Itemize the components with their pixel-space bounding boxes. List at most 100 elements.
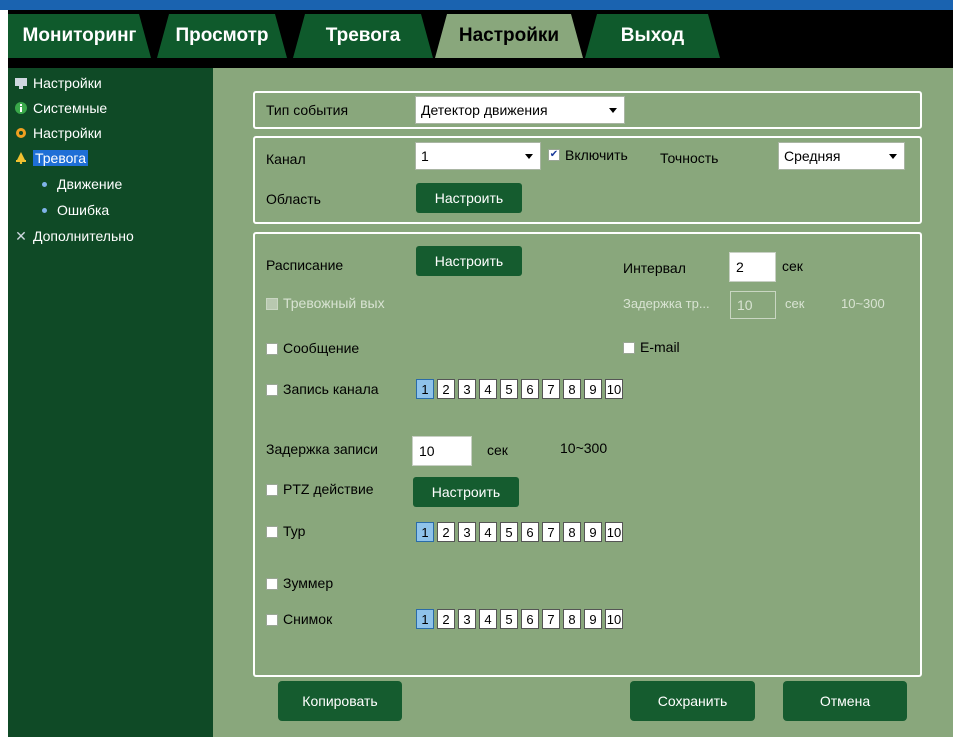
channel-number-button[interactable]: 8 [563,609,581,629]
cancel-button[interactable]: Отмена [783,681,907,721]
sidebar-item-settings[interactable]: Настройки [13,72,102,94]
record-delay-input[interactable]: 10 [412,436,472,466]
channel-number-button[interactable]: 9 [584,379,602,399]
button-label: Настроить [431,484,501,500]
channel-number-button[interactable]: 7 [542,522,560,542]
content-area: Тип события Детектор движения Канал 1 ✔ … [213,68,953,737]
record-channel-checkbox[interactable] [266,384,278,396]
monitor-icon [13,75,29,91]
tab-monitoring[interactable]: Мониторинг [8,14,151,58]
message-checkbox[interactable] [266,343,278,355]
tab-label: Выход [620,25,685,46]
snapshot-buttons: 1 2 3 4 5 6 7 8 9 10 [416,609,623,629]
channel-number-button[interactable]: 5 [500,379,518,399]
precision-label: Точность [660,150,719,166]
channel-select[interactable]: 1 [415,142,541,170]
channel-number-button[interactable]: 3 [458,522,476,542]
channel-number-button[interactable]: 1 [416,609,434,629]
channel-number-button[interactable]: 8 [563,379,581,399]
button-label: Сохранить [657,693,728,709]
channel-number-button[interactable]: 10 [605,522,623,542]
area-label: Область [266,191,321,207]
save-button[interactable]: Сохранить [630,681,755,721]
channel-number-button[interactable]: 7 [542,609,560,629]
checkmark-icon: ✔ [549,149,559,160]
ptz-configure-button[interactable]: Настроить [413,477,519,507]
enable-label: Включить [565,147,628,163]
button-label: Настроить [434,253,504,269]
area-configure-button[interactable]: Настроить [416,183,522,213]
buzzer-checkbox[interactable] [266,578,278,590]
ptz-label: PTZ действие [283,481,374,497]
message-label: Сообщение [283,340,360,356]
channel-number-button[interactable]: 3 [458,609,476,629]
channel-number-button[interactable]: 1 [416,379,434,399]
button-label: Отмена [819,693,871,709]
tab-alarm[interactable]: Тревога [293,14,433,58]
tour-label: Тур [283,523,306,539]
precision-select[interactable]: Средняя [778,142,905,170]
alarm-out-checkbox[interactable] [266,298,278,310]
channel-number-button[interactable]: 2 [437,522,455,542]
interval-label: Интервал [623,260,686,276]
interval-unit: сек [782,258,803,274]
button-label: Настроить [434,190,504,206]
record-channel-buttons: 1 2 3 4 5 6 7 8 9 10 [416,379,623,399]
channel-number-button[interactable]: 6 [521,522,539,542]
alarm-delay-input[interactable]: 10 [730,291,776,319]
chevron-down-icon [889,154,897,159]
sidebar-item-alarm[interactable]: Тревога [13,147,88,169]
event-type-label: Тип события [266,102,349,118]
enable-checkbox[interactable]: ✔ [548,149,560,161]
channel-number-button[interactable]: 5 [500,609,518,629]
email-label: E-mail [640,339,680,355]
alarm-out-label: Тревожный вых [283,295,385,311]
snapshot-label: Снимок [283,611,333,627]
sidebar-item-settings-2[interactable]: Настройки [13,122,102,144]
copy-button[interactable]: Копировать [278,681,402,721]
schedule-configure-button[interactable]: Настроить [416,246,522,276]
channel-number-button[interactable]: 2 [437,609,455,629]
tab-exit[interactable]: Выход [585,14,720,58]
sidebar-item-error[interactable]: Ошибка [42,199,109,221]
tab-label: Настройки [458,25,560,46]
snapshot-checkbox[interactable] [266,614,278,626]
alarm-delay-label: Задержка тр... [623,296,710,311]
channel-number-button[interactable]: 4 [479,522,497,542]
channel-number-button[interactable]: 8 [563,522,581,542]
tab-playback[interactable]: Просмотр [157,14,287,58]
interval-value: 2 [736,259,744,275]
schedule-label: Расписание [266,257,344,273]
channel-value: 1 [421,148,429,164]
channel-number-button[interactable]: 10 [605,379,623,399]
sidebar-item-label: Настройки [33,75,102,91]
precision-value: Средняя [784,148,841,164]
channel-number-button[interactable]: 9 [584,609,602,629]
tour-checkbox[interactable] [266,526,278,538]
event-type-select[interactable]: Детектор движения [415,96,625,124]
alarm-delay-range: 10~300 [841,296,885,311]
channel-number-button[interactable]: 10 [605,609,623,629]
ptz-checkbox[interactable] [266,484,278,496]
channel-number-button[interactable]: 5 [500,522,518,542]
channel-number-button[interactable]: 2 [437,379,455,399]
sidebar: Настройки Системные Настройки Тревога Дв… [8,68,213,737]
sidebar-item-advanced[interactable]: ✕ Дополнительно [13,225,134,247]
channel-number-button[interactable]: 7 [542,379,560,399]
top-accent-bar [0,0,953,10]
sidebar-item-motion[interactable]: Движение [42,173,122,195]
channel-number-button[interactable]: 6 [521,379,539,399]
channel-number-button[interactable]: 9 [584,522,602,542]
tab-settings[interactable]: Настройки [435,14,583,58]
email-checkbox[interactable] [623,342,635,354]
channel-number-button[interactable]: 4 [479,609,497,629]
bullet-icon [42,207,47,213]
channel-number-button[interactable]: 3 [458,379,476,399]
channel-number-button[interactable]: 6 [521,609,539,629]
tab-label: Мониторинг [22,25,137,46]
chevron-down-icon [525,154,533,159]
sidebar-item-system[interactable]: Системные [13,97,107,119]
interval-input[interactable]: 2 [729,252,776,282]
channel-number-button[interactable]: 1 [416,522,434,542]
channel-number-button[interactable]: 4 [479,379,497,399]
